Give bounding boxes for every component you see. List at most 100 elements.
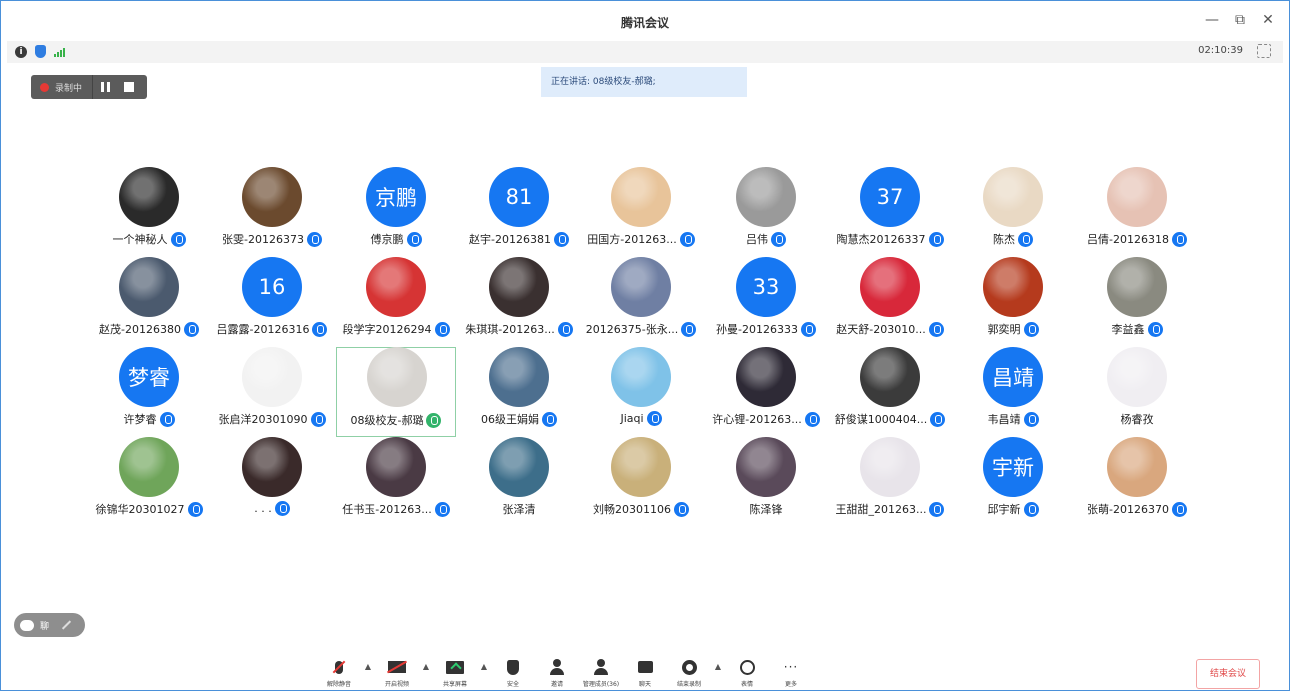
participant-tile[interactable]: 李益鑫 <box>1077 257 1197 347</box>
participant-name: 陈杰 <box>993 233 1015 246</box>
window-controls: — ⧉ ✕ <box>1205 13 1275 27</box>
participant-avatar <box>983 167 1043 227</box>
participant-name: 陈泽锋 <box>749 503 783 516</box>
title-bar: 腾讯会议 — ⧉ ✕ <box>1 1 1289 41</box>
share-screen-button[interactable]: 共享屏幕 <box>433 657 477 688</box>
mic-status-icon <box>1023 501 1039 517</box>
participant-avatar <box>611 257 671 317</box>
mic-status-icon <box>274 501 290 516</box>
share-screen-icon <box>446 660 464 674</box>
participant-avatar <box>983 257 1043 317</box>
avatar-initials: 梦睿 <box>128 366 170 390</box>
participant-avatar <box>119 257 179 317</box>
participant-avatar <box>242 347 302 407</box>
participant-avatar <box>1107 167 1167 227</box>
participant-name: 傅京鹏 <box>370 233 404 246</box>
info-icon[interactable]: i <box>15 45 27 58</box>
emoji-icon <box>739 659 755 675</box>
avatar-initials: 京鹏 <box>375 186 417 210</box>
participant-avatar <box>736 437 796 497</box>
participant-name-row: 杨睿孜 <box>1047 411 1227 427</box>
participant-name: 张萌-20126370 <box>1087 503 1169 516</box>
start-video-label: 开启视频 <box>384 681 409 688</box>
participant-avatar <box>119 437 179 497</box>
reaction-button[interactable]: 表情 <box>725 657 769 688</box>
end-recording-button[interactable]: 结束录制 <box>667 657 711 688</box>
participant-name: 张雯-20126373 <box>222 233 304 246</box>
participant-name: 赵宇-20126381 <box>469 233 551 246</box>
fullscreen-icon[interactable] <box>1257 44 1271 58</box>
mic-status-icon <box>159 411 175 427</box>
mic-status-icon <box>1147 321 1163 337</box>
minimize-icon[interactable]: — <box>1205 13 1219 27</box>
pause-recording-icon[interactable] <box>101 82 111 92</box>
avatar-initials: 昌靖 <box>992 366 1034 390</box>
participant-tile[interactable]: 杨睿孜 <box>1077 347 1197 437</box>
mic-muted-icon <box>335 660 343 674</box>
chat-quick-label: 聊 <box>40 621 50 632</box>
participant-name: 邱宇新 <box>987 503 1021 516</box>
participant-name: 陶慧杰20126337 <box>836 233 926 246</box>
expand-menu-icon[interactable]: ▲ <box>477 657 491 671</box>
mic-status-icon <box>1171 501 1187 517</box>
close-icon[interactable]: ✕ <box>1261 13 1275 27</box>
participant-avatar <box>736 347 796 407</box>
participant-avatar: 昌靖 <box>983 347 1043 407</box>
participant-avatar <box>489 257 549 317</box>
chat-quick-button[interactable]: 聊 <box>14 613 85 637</box>
participant-avatar: 梦睿 <box>119 347 179 407</box>
participant-name: . . . <box>254 502 272 515</box>
participant-name-row: 吕倩-20126318 <box>1047 231 1227 247</box>
participant-name: 吕露露-20126316 <box>216 323 310 336</box>
participant-avatar <box>1107 257 1167 317</box>
unmute-button[interactable]: 解除静音 <box>317 657 361 688</box>
mic-status-icon <box>1018 231 1033 247</box>
participant-tile[interactable]: 吕倩-20126318 <box>1077 167 1197 257</box>
network-signal-icon[interactable] <box>54 47 65 57</box>
participant-name: 舒俊谋1000404... <box>834 413 928 426</box>
participant-avatar: 33 <box>736 257 796 317</box>
end-meeting-button[interactable]: 结束会议 <box>1196 659 1260 689</box>
participant-avatar <box>242 437 302 497</box>
security-shield-icon[interactable] <box>35 45 46 58</box>
expand-menu-icon[interactable]: ▲ <box>361 657 375 671</box>
shield-icon <box>507 659 519 675</box>
participant-avatar <box>242 167 302 227</box>
participant-name-row: 李益鑫 <box>1047 321 1227 337</box>
start-video-button[interactable]: 开启视频 <box>375 657 419 688</box>
record-icon <box>681 659 697 675</box>
security-button[interactable]: 安全 <box>491 657 535 688</box>
invite-button[interactable]: 邀请 <box>535 657 579 688</box>
avatar-initials: 16 <box>258 275 286 299</box>
participant-name: Jiaqi <box>620 412 644 425</box>
participant-name: 孙曼-20126333 <box>716 323 798 336</box>
more-button[interactable]: ··· 更多 <box>769 657 813 688</box>
security-label: 安全 <box>506 681 519 688</box>
restore-icon[interactable]: ⧉ <box>1233 13 1247 27</box>
participant-avatar <box>366 257 426 317</box>
participant-name: 许梦睿 <box>123 413 157 426</box>
participant-avatar <box>367 347 427 407</box>
participant-name: 任书玉-201263... <box>342 503 432 516</box>
participant-tile[interactable]: 张萌-20126370 <box>1077 437 1197 527</box>
chat-button[interactable]: 聊天 <box>623 657 667 688</box>
unmute-label: 解除静音 <box>326 681 351 688</box>
participant-name: 田国方-201263... <box>587 233 677 246</box>
expand-menu-icon[interactable]: ▲ <box>419 657 433 671</box>
mic-status-icon <box>406 231 422 247</box>
recording-label: 录制中 <box>55 83 83 94</box>
participant-avatar: 京鹏 <box>366 167 426 227</box>
reaction-label: 表情 <box>740 681 753 688</box>
participant-avatar <box>611 437 671 497</box>
participant-name: 许心锂-201263... <box>712 413 802 426</box>
manage-members-button[interactable]: 管理成员(36) <box>579 657 623 688</box>
share-screen-label: 共享屏幕 <box>442 681 467 688</box>
expand-menu-icon[interactable]: ▲ <box>711 657 725 671</box>
participant-name: 朱琪琪-201263... <box>465 323 555 336</box>
participant-name: 段学字20126294 <box>342 323 432 336</box>
participant-avatar <box>611 347 671 407</box>
participant-avatar <box>489 347 549 407</box>
participant-name: 赵茂-20126380 <box>99 323 181 336</box>
participant-avatar <box>860 437 920 497</box>
stop-recording-icon[interactable] <box>124 82 135 92</box>
